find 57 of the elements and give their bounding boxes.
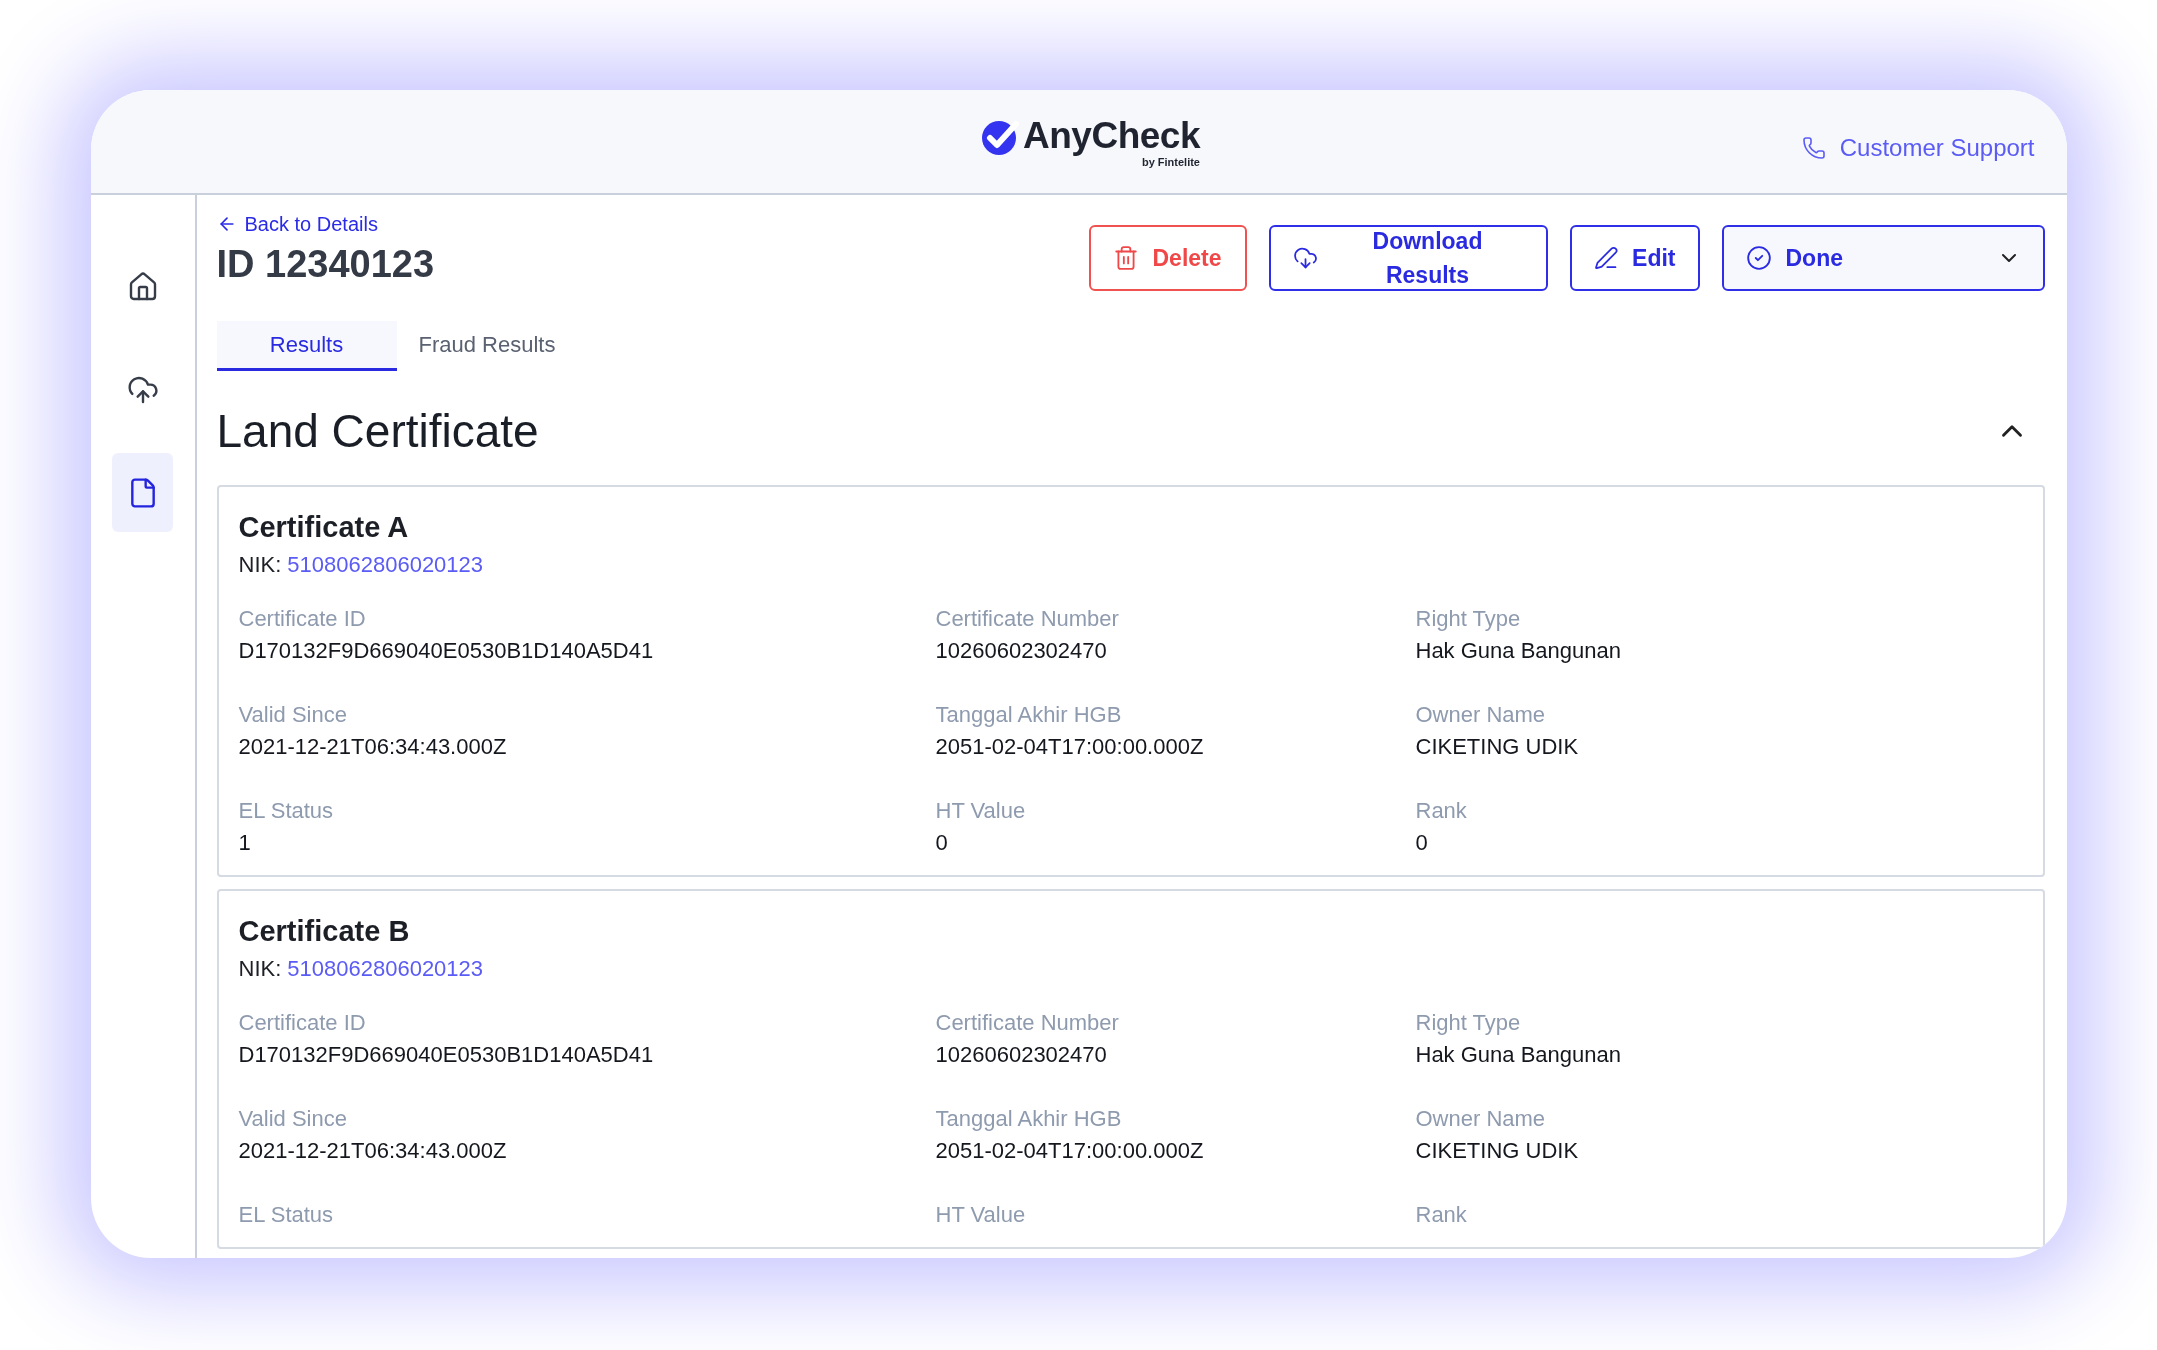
field-value: 0 xyxy=(1415,829,1429,857)
field-value: 10260602302470 xyxy=(935,1041,1108,1069)
certificate-title: Certificate A xyxy=(238,510,410,545)
field-label: Tanggal Akhir HGB xyxy=(935,701,1123,729)
field-label: Owner Name xyxy=(1415,1105,1547,1133)
field-label: Right Type xyxy=(1415,1009,1522,1037)
field-label: EL Status xyxy=(238,797,335,825)
customer-support-link[interactable]: Customer Support xyxy=(1801,130,2035,166)
field-label: Rank xyxy=(1415,1201,1468,1229)
field-label: Certificate Number xyxy=(935,605,1120,633)
back-link[interactable]: Back to Details xyxy=(216,211,435,237)
tab[interactable]: Fraud Results xyxy=(396,321,578,371)
field-value: CIKETING UDIK xyxy=(1415,1137,1580,1165)
trash-icon xyxy=(1112,245,1139,271)
field-value: 10260602302470 xyxy=(935,637,1108,665)
nik-label: NIK: xyxy=(238,551,282,579)
page-title: ID 12340123 xyxy=(216,242,435,287)
logo-byline: by Fintelite xyxy=(1141,155,1200,168)
field-value: 2051-02-04T17:00:00.000Z xyxy=(935,733,1205,761)
field-label: EL Status xyxy=(238,1201,335,1229)
field-label: Certificate ID xyxy=(238,1009,367,1037)
cloud-download-icon xyxy=(1292,245,1318,271)
field-label: Valid Since xyxy=(238,701,348,729)
field-value: Hak Guna Bangunan xyxy=(1415,637,1622,665)
field-label: Certificate Number xyxy=(935,1009,1120,1037)
field-value: 1 xyxy=(238,829,252,857)
field-value: D170132F9D669040E0530B1D140A5D41 xyxy=(238,1041,655,1069)
pencil-icon xyxy=(1593,245,1619,271)
field-value: 2021-12-21T06:34:43.000Z xyxy=(238,733,508,761)
field-label: Valid Since xyxy=(238,1105,348,1133)
field-label: HT Value xyxy=(935,1201,1027,1229)
field-value: 0 xyxy=(935,829,949,857)
download-results-button[interactable]: Download Results xyxy=(1268,225,1548,291)
field-value: D170132F9D669040E0530B1D140A5D41 xyxy=(238,637,655,665)
nik-value: 5108062806020123 xyxy=(287,551,484,579)
field-label: Owner Name xyxy=(1415,701,1547,729)
field-label: Right Type xyxy=(1415,605,1522,633)
field-value: CIKETING UDIK xyxy=(1415,733,1580,761)
status-dropdown[interactable]: Done xyxy=(1721,225,2045,291)
field-label: HT Value xyxy=(935,797,1027,825)
phone-icon xyxy=(1801,136,1826,160)
field-value: 2021-12-21T06:34:43.000Z xyxy=(238,1137,508,1165)
field-label: Rank xyxy=(1415,797,1468,825)
sidebar-item[interactable] xyxy=(112,453,173,532)
field-value: 2051-02-04T17:00:00.000Z xyxy=(935,1137,1205,1165)
delete-button[interactable]: Delete xyxy=(1088,225,1247,291)
field-label: Certificate ID xyxy=(238,605,367,633)
field-value: Hak Guna Bangunan xyxy=(1415,1041,1622,1069)
check-circle-icon xyxy=(1745,245,1772,271)
logo-name: AnyCheck xyxy=(1023,115,1200,156)
nik-value: 5108062806020123 xyxy=(287,955,484,983)
field-label: Tanggal Akhir HGB xyxy=(935,1105,1123,1133)
section-title: Land Certificate xyxy=(216,404,539,459)
certificate-title: Certificate B xyxy=(238,914,411,949)
tab[interactable]: Results xyxy=(216,321,397,371)
edit-button[interactable]: Edit xyxy=(1569,225,1700,291)
nik-label: NIK: xyxy=(238,955,282,983)
